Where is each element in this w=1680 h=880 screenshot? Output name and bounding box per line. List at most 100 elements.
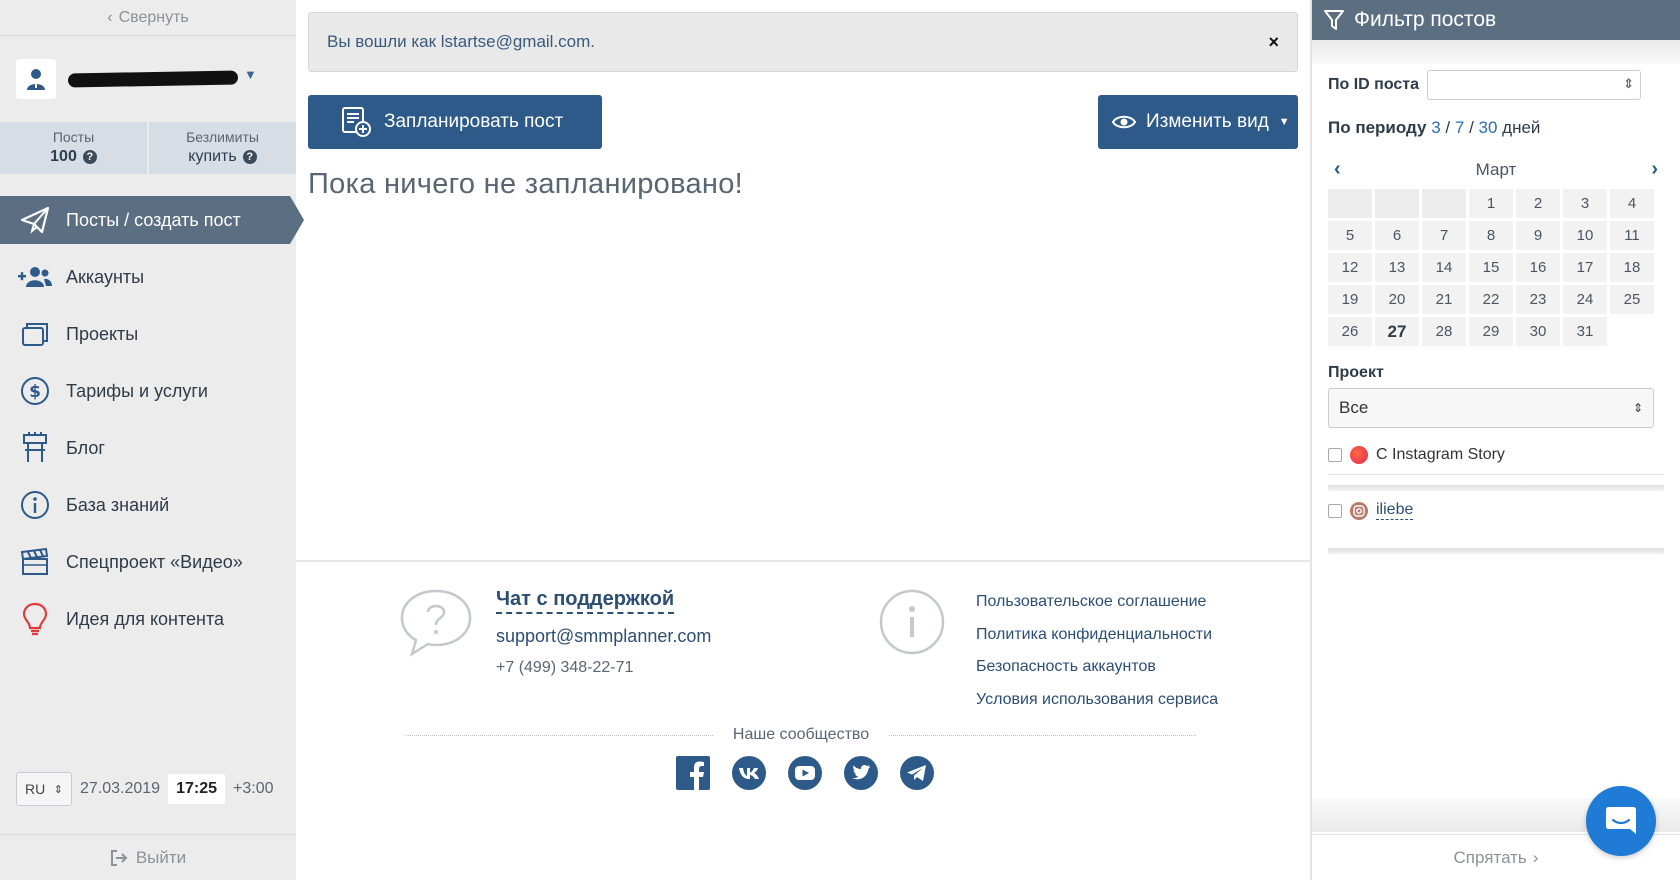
- calendar-day[interactable]: 11: [1610, 221, 1654, 250]
- calendar-day[interactable]: 14: [1422, 253, 1466, 282]
- nav-item-tariffs[interactable]: $ Тарифы и услуги: [0, 367, 296, 415]
- nav-label: Проекты: [66, 323, 139, 344]
- calendar-day[interactable]: 13: [1375, 253, 1419, 282]
- calendar-day[interactable]: 4: [1610, 189, 1654, 218]
- buy-link[interactable]: купить: [188, 148, 236, 166]
- nav-label: Тарифы и услуги: [66, 380, 208, 401]
- close-icon[interactable]: ×: [1268, 32, 1279, 53]
- calendar-day[interactable]: 5: [1328, 221, 1372, 250]
- locale-bar: RU ⇕ 27.03.2019 17:25 +3:00: [16, 772, 273, 806]
- empty-state-title: Пока ничего не запланировано!: [308, 168, 744, 200]
- support-email-link[interactable]: support@smmplanner.com: [496, 626, 711, 647]
- calendar-day[interactable]: 19: [1328, 285, 1372, 314]
- calendar-day[interactable]: 15: [1469, 253, 1513, 282]
- schedule-post-button[interactable]: Запланировать пост: [308, 95, 602, 149]
- login-alert: Вы вошли как lstartse@gmail.com. ×: [308, 12, 1298, 72]
- nav-item-knowledge-base[interactable]: База знаний: [0, 481, 296, 529]
- calendar-day[interactable]: 22: [1469, 285, 1513, 314]
- post-id-row: По ID поста: [1328, 70, 1664, 100]
- chat-title: Чат с поддержкой: [496, 588, 675, 614]
- caret-down-icon[interactable]: ▼: [244, 67, 257, 82]
- collapse-button[interactable]: ‹ Свернуть: [0, 0, 296, 36]
- help-icon[interactable]: ?: [242, 150, 257, 164]
- calendar-day[interactable]: 9: [1516, 221, 1560, 250]
- avatar[interactable]: [16, 59, 56, 99]
- sidebar: ‹ Свернуть ▼ Посты 100? Безлимиты купить…: [0, 0, 304, 880]
- nav-item-content-idea[interactable]: Идея для контента: [0, 595, 296, 643]
- period-3-link[interactable]: 3: [1431, 118, 1440, 137]
- account-checkbox[interactable]: [1328, 503, 1342, 518]
- nav-label: Посты / создать пост: [66, 209, 241, 230]
- security-link[interactable]: Безопасность аккаунтов: [976, 651, 1218, 684]
- calendar-day[interactable]: 25: [1610, 285, 1654, 314]
- language-select[interactable]: RU ⇕: [16, 772, 72, 806]
- calendar-day[interactable]: 16: [1516, 253, 1560, 282]
- calendar-day[interactable]: 23: [1516, 285, 1560, 314]
- account-name-link[interactable]: iliebe: [1376, 501, 1414, 520]
- calendar-day[interactable]: 31: [1563, 317, 1607, 346]
- stat-posts-value: 100: [50, 148, 77, 165]
- current-date: 27.03.2019: [80, 780, 161, 797]
- filter-header: Фильтр постов: [1312, 0, 1680, 40]
- community-heading: Наше сообщество: [406, 726, 1197, 744]
- nav-item-blog[interactable]: Блог: [0, 424, 296, 472]
- post-id-input[interactable]: [1427, 70, 1642, 100]
- calendar-day[interactable]: 12: [1328, 253, 1372, 282]
- chat-widget-button[interactable]: [1586, 786, 1656, 856]
- project-select[interactable]: Все ⇕: [1328, 388, 1654, 428]
- clapperboard-icon: [18, 545, 52, 579]
- user-row[interactable]: ▼: [0, 36, 296, 122]
- calendar-day[interactable]: 21: [1422, 285, 1466, 314]
- twitter-icon[interactable]: [844, 756, 878, 790]
- calendar-day[interactable]: 8: [1469, 221, 1513, 250]
- user-icon: [27, 69, 45, 90]
- nav-item-video-project[interactable]: Спецпроект «Видео»: [0, 538, 296, 586]
- support-chat-link[interactable]: Чат с поддержкой: [496, 588, 675, 614]
- projects-icon: [18, 317, 52, 351]
- period-row: По периоду 3 / 7 / 30 дней: [1328, 118, 1541, 137]
- calendar-day[interactable]: 1: [1469, 189, 1513, 218]
- stat-unlimited: Безлимиты купить?: [147, 122, 296, 174]
- logout-button[interactable]: Выйти: [0, 834, 296, 880]
- calendar-empty-cell: [1375, 189, 1419, 218]
- calendar-day[interactable]: 27: [1375, 317, 1419, 346]
- timezone: +3:00: [233, 780, 274, 797]
- calendar-day[interactable]: 10: [1563, 221, 1607, 250]
- youtube-icon[interactable]: [788, 756, 822, 790]
- calendar-day[interactable]: 7: [1422, 221, 1466, 250]
- story-checkbox[interactable]: [1328, 448, 1342, 462]
- calendar-day[interactable]: 26: [1328, 317, 1372, 346]
- service-terms-link[interactable]: Условия использования сервиса: [976, 684, 1218, 717]
- language-value: RU: [25, 781, 46, 797]
- prev-month-icon[interactable]: ‹: [1334, 158, 1341, 181]
- collapse-label: Свернуть: [118, 8, 189, 26]
- nav-item-projects[interactable]: Проекты: [0, 310, 296, 358]
- story-filter-row: С Instagram Story: [1328, 446, 1664, 475]
- nav-label: Аккаунты: [66, 266, 145, 287]
- privacy-link[interactable]: Политика конфиденциальности: [976, 619, 1218, 652]
- nav-item-accounts[interactable]: Аккаунты: [0, 253, 296, 301]
- calendar-day[interactable]: 6: [1375, 221, 1419, 250]
- telegram-icon[interactable]: [900, 756, 934, 790]
- calendar-day[interactable]: 3: [1563, 189, 1607, 218]
- logout-label: Выйти: [135, 847, 187, 867]
- terms-link[interactable]: Пользовательское соглашение: [976, 586, 1218, 619]
- calendar-day[interactable]: 24: [1563, 285, 1607, 314]
- period-7-link[interactable]: 7: [1455, 118, 1464, 137]
- period-30-link[interactable]: 30: [1479, 118, 1498, 137]
- change-view-button[interactable]: Изменить вид ▼: [1098, 95, 1298, 149]
- vk-icon[interactable]: [732, 756, 766, 790]
- next-month-icon[interactable]: ›: [1651, 158, 1658, 181]
- facebook-icon[interactable]: [676, 756, 710, 790]
- calendar-day[interactable]: 30: [1516, 317, 1560, 346]
- nav-item-posts[interactable]: Посты / создать пост: [0, 196, 304, 244]
- instagram-icon: [1350, 501, 1368, 520]
- calendar-day[interactable]: 2: [1516, 189, 1560, 218]
- help-icon[interactable]: ?: [82, 150, 97, 164]
- calendar-day[interactable]: 18: [1610, 253, 1654, 282]
- calendar-day[interactable]: 29: [1469, 317, 1513, 346]
- calendar-day[interactable]: 28: [1422, 317, 1466, 346]
- support-phone: +7 (499) 348-22-71: [496, 659, 634, 676]
- calendar-day[interactable]: 20: [1375, 285, 1419, 314]
- calendar-day[interactable]: 17: [1563, 253, 1607, 282]
